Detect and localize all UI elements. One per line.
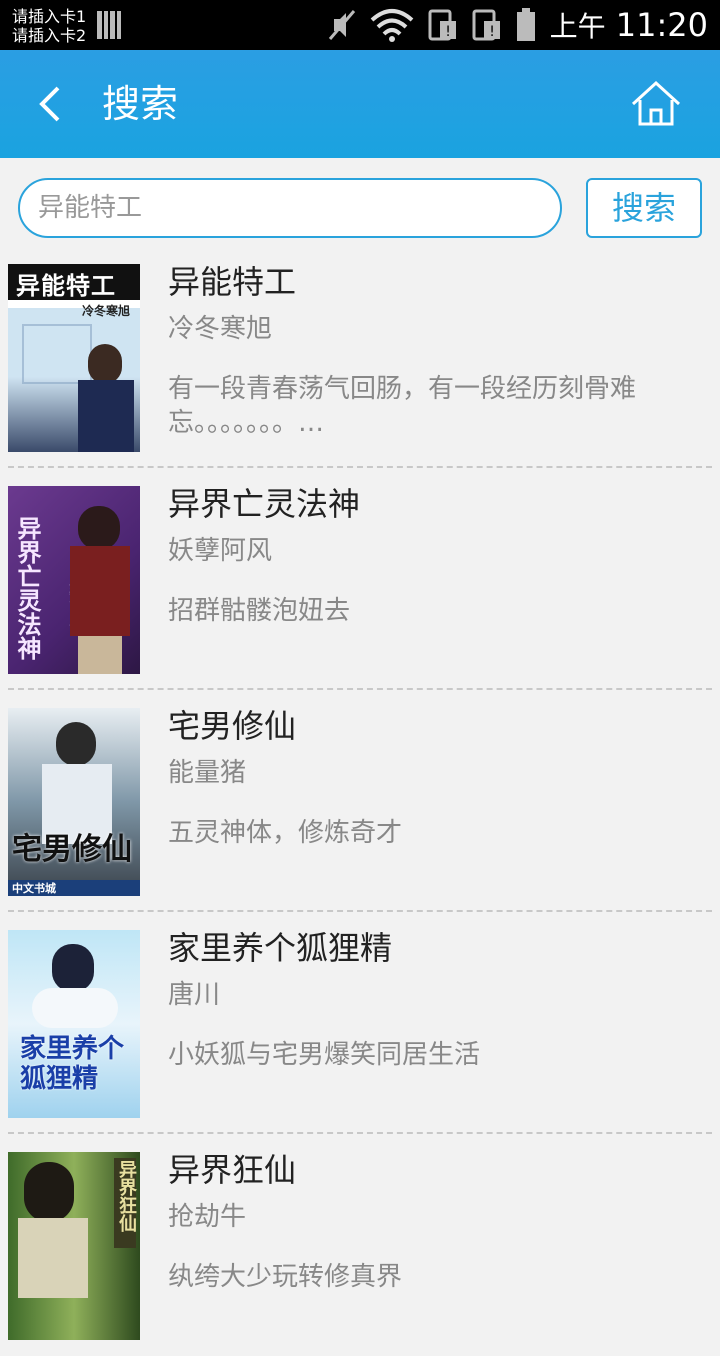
cover-title: 异能特工 xyxy=(16,271,116,300)
cover-publisher: 中文书城 xyxy=(12,882,56,895)
book-author: 唐川 xyxy=(168,980,221,1010)
search-input[interactable]: 异能特工 xyxy=(18,178,562,238)
sim1-text: 请插入卡1 xyxy=(12,7,87,26)
cover-title: 异界狂仙 xyxy=(116,1160,137,1232)
svg-text:!: ! xyxy=(489,24,495,40)
signal-icon xyxy=(97,11,121,39)
book-author: 能量猪 xyxy=(168,758,247,788)
mute-icon xyxy=(328,10,355,40)
book-title: 家里养个狐狸精 xyxy=(168,929,393,967)
book-list-item[interactable]: 异界亡灵法神 妖孽阿风 异界亡灵法神 妖孽阿风 招群骷髅泡妞去 xyxy=(0,468,720,690)
svg-text:!: ! xyxy=(445,24,451,40)
sim-status: 请插入卡1 请插入卡2 xyxy=(12,7,86,45)
app-header: 搜索 xyxy=(0,50,720,158)
time-prefix: 上午 xyxy=(549,10,606,43)
book-cover: 异能特工 冷冬寒旭 xyxy=(8,264,140,452)
book-title: 异能特工 xyxy=(168,263,297,301)
cover-title: 宅男修仙 xyxy=(12,832,132,867)
book-list-item[interactable]: 异界狂仙 异界狂仙 抢劫牛 纨绔大少玩转修真界 xyxy=(0,1134,720,1356)
book-author: 冷冬寒旭 xyxy=(168,314,273,344)
book-description: 小妖狐与宅男爆笑同居生活 xyxy=(168,1040,481,1070)
book-description: 纨绔大少玩转修真界 xyxy=(168,1262,403,1292)
sim-error-icon: ! xyxy=(428,9,456,41)
book-cover: 异界狂仙 xyxy=(8,1152,140,1340)
book-author: 抢劫牛 xyxy=(168,1202,247,1232)
battery-icon xyxy=(516,8,535,41)
book-cover: 异界亡灵法神 妖孽阿风 xyxy=(8,486,140,674)
book-description: 有一段青春荡气回肠，有一段经历刻骨难忘。。。。。。。… xyxy=(168,374,637,438)
cover-author: 冷冬寒旭 xyxy=(82,304,131,318)
cover-title: 家里养个狐狸精 xyxy=(20,1034,125,1094)
status-bar: 请插入卡1 请插入卡2 ! ! 上午 11:20 xyxy=(0,0,720,50)
home-icon[interactable] xyxy=(630,80,682,128)
book-list-item[interactable]: 宅男修仙 中文书城 宅男修仙 能量猪 五灵神体，修炼奇才 xyxy=(0,690,720,912)
time-value: 11:20 xyxy=(615,6,708,44)
book-list-item[interactable]: 异能特工 冷冬寒旭 异能特工 冷冬寒旭 有一段青春荡气回肠，有一段经历刻骨难忘。… xyxy=(0,246,720,468)
cover-title: 异界亡灵法神 xyxy=(13,516,42,660)
status-icons: ! ! 上午 11:20 xyxy=(328,0,708,50)
book-cover: 宅男修仙 中文书城 xyxy=(8,708,140,896)
sim-error-icon-2: ! xyxy=(472,9,500,41)
book-author: 妖孽阿风 xyxy=(168,536,273,566)
search-button[interactable]: 搜索 xyxy=(586,178,702,238)
book-title: 异界狂仙 xyxy=(168,1151,297,1189)
wifi-icon xyxy=(370,9,413,42)
book-list-item[interactable]: 家里养个狐狸精 家里养个狐狸精 唐川 小妖狐与宅男爆笑同居生活 xyxy=(0,912,720,1134)
sim2-text: 请插入卡2 xyxy=(12,26,87,45)
book-list: 异能特工 冷冬寒旭 异能特工 冷冬寒旭 有一段青春荡气回肠，有一段经历刻骨难忘。… xyxy=(0,246,720,1356)
book-title: 宅男修仙 xyxy=(168,707,297,745)
page-title: 搜索 xyxy=(102,82,179,126)
back-arrow-icon[interactable] xyxy=(30,80,70,128)
book-cover: 家里养个狐狸精 xyxy=(8,930,140,1118)
book-title: 异界亡灵法神 xyxy=(168,485,361,523)
book-description: 五灵神体，修炼奇才 xyxy=(168,818,403,848)
book-description: 招群骷髅泡妞去 xyxy=(168,596,351,626)
clock: 上午 11:20 xyxy=(550,5,708,45)
